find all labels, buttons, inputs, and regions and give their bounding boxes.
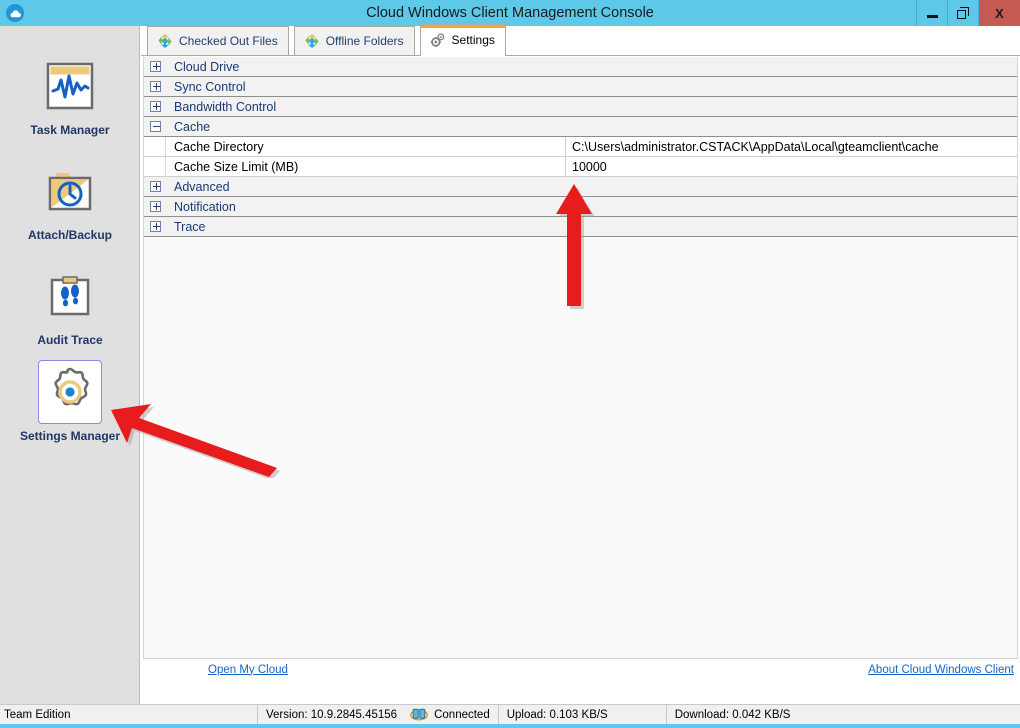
application-window: Cloud Windows Client Management Console …: [0, 0, 1020, 728]
sidebar-item-task-manager[interactable]: Task Manager: [0, 54, 140, 137]
content-panel: Checked Out Files Offline Folders Settin…: [141, 24, 1020, 704]
cache-directory-value[interactable]: C:\Users\administrator.CSTACK\AppData\Lo…: [566, 137, 1017, 156]
settings-manager-gear-icon: [54, 367, 89, 406]
sidebar-item-label: Attach/Backup: [27, 228, 113, 242]
tab-label: Offline Folders: [325, 34, 404, 48]
about-cloud-windows-client-link[interactable]: About Cloud Windows Client: [868, 664, 1014, 676]
settings-manager-icon-wrap: [38, 360, 102, 424]
indent-cell: [144, 157, 166, 176]
minimize-button[interactable]: [916, 0, 947, 26]
expander-cell[interactable]: [144, 77, 166, 96]
connection-status-icon: [410, 708, 429, 720]
window-title: Cloud Windows Client Management Console: [366, 5, 654, 21]
status-upload: Upload: 0.103 KB/S: [499, 704, 667, 725]
minimize-icon: [926, 14, 938, 18]
sync-arrows-icon: [158, 33, 172, 49]
expand-plus-icon[interactable]: [149, 101, 161, 112]
tab-label: Checked Out Files: [179, 34, 278, 48]
settings-row-cache-directory[interactable]: Cache Directory C:\Users\administrator.C…: [144, 137, 1017, 157]
tab-strip: Checked Out Files Offline Folders Settin…: [141, 24, 1020, 56]
settings-row-advanced[interactable]: Advanced: [144, 177, 1017, 197]
bottom-accent-strip: [0, 724, 1020, 728]
grid-empty-area: [144, 237, 1017, 674]
task-manager-icon: [46, 62, 94, 110]
settings-row-name: Cloud Drive: [174, 59, 240, 74]
expand-plus-icon[interactable]: [149, 81, 161, 92]
audit-trace-icon: [50, 276, 90, 316]
maximize-button[interactable]: [947, 0, 978, 26]
sidebar-item-settings-manager[interactable]: Settings Manager: [0, 360, 140, 443]
collapse-minus-icon[interactable]: [149, 121, 161, 132]
task-manager-icon-wrap: [38, 54, 102, 118]
status-download: Download: 0.042 KB/S: [674, 708, 791, 721]
status-edition: Team Edition: [0, 704, 258, 725]
attach-backup-icon-wrap: [38, 159, 102, 223]
audit-trace-icon-wrap: [38, 264, 102, 328]
settings-row-cloud-drive[interactable]: Cloud Drive: [144, 57, 1017, 77]
expand-plus-icon[interactable]: [149, 181, 161, 192]
gears-icon: [430, 33, 444, 48]
sidebar-item-audit-trace[interactable]: Audit Trace: [0, 264, 140, 347]
expand-plus-icon[interactable]: [149, 61, 161, 72]
cloud-icon: [6, 4, 24, 22]
status-version: Version: 10.9.2845.45156: [266, 708, 398, 721]
settings-row-name: Cache Size Limit (MB): [166, 157, 566, 176]
close-button[interactable]: X: [978, 0, 1020, 26]
tab-settings[interactable]: Settings: [419, 24, 506, 56]
tab-checked-out-files[interactable]: Checked Out Files: [147, 26, 289, 55]
expander-cell[interactable]: [144, 217, 166, 236]
sidebar: Task Manager Attach/Backup Audit Trace S…: [0, 26, 140, 704]
settings-grid: Cloud Drive Sync Control Bandwidth Contr…: [143, 57, 1018, 674]
settings-row-cache-size-limit[interactable]: Cache Size Limit (MB) 10000: [144, 157, 1017, 177]
settings-row-name: Sync Control: [174, 79, 246, 94]
attach-backup-icon: [48, 173, 92, 211]
window-controls: X: [916, 0, 1020, 26]
expander-cell[interactable]: [144, 117, 166, 136]
settings-row-notification[interactable]: Notification: [144, 197, 1017, 217]
settings-row-bandwidth-control[interactable]: Bandwidth Control: [144, 97, 1017, 117]
sidebar-item-label: Audit Trace: [37, 333, 103, 347]
settings-row-name: Bandwidth Control: [174, 99, 277, 114]
title-bar: Cloud Windows Client Management Console …: [0, 0, 1020, 26]
sidebar-item-attach-backup[interactable]: Attach/Backup: [0, 159, 140, 242]
settings-row-name: Notification: [174, 199, 236, 214]
connection-status-label: Connected: [434, 708, 490, 721]
settings-row-trace[interactable]: Trace: [144, 217, 1017, 237]
tab-offline-folders[interactable]: Offline Folders: [293, 26, 415, 55]
settings-row-name: Cache: [174, 119, 211, 134]
settings-row-cache[interactable]: Cache: [144, 117, 1017, 137]
sidebar-item-label: Settings Manager: [19, 429, 121, 443]
settings-row-name: Trace: [174, 219, 206, 234]
sidebar-item-label: Task Manager: [30, 123, 110, 137]
cache-size-limit-value[interactable]: 10000: [566, 157, 1017, 176]
expand-plus-icon[interactable]: [149, 201, 161, 212]
settings-row-name: Cache Directory: [166, 137, 566, 156]
link-bar: Open My Cloud About Cloud Windows Client: [143, 658, 1018, 680]
expander-cell[interactable]: [144, 57, 166, 76]
sync-arrows-icon: [305, 33, 319, 49]
status-connection: Connected: [405, 704, 499, 725]
expander-cell[interactable]: [144, 177, 166, 196]
status-bar: Team Edition Version: 10.9.2845.45156 Co…: [0, 704, 1020, 725]
expander-cell[interactable]: [144, 197, 166, 216]
expander-cell[interactable]: [144, 97, 166, 116]
tab-label: Settings: [451, 33, 495, 47]
open-my-cloud-link[interactable]: Open My Cloud: [208, 664, 288, 676]
expand-plus-icon[interactable]: [149, 221, 161, 232]
indent-cell: [144, 137, 166, 156]
settings-row-name: Advanced: [174, 179, 230, 194]
settings-row-sync-control[interactable]: Sync Control: [144, 77, 1017, 97]
maximize-icon: [957, 7, 969, 19]
